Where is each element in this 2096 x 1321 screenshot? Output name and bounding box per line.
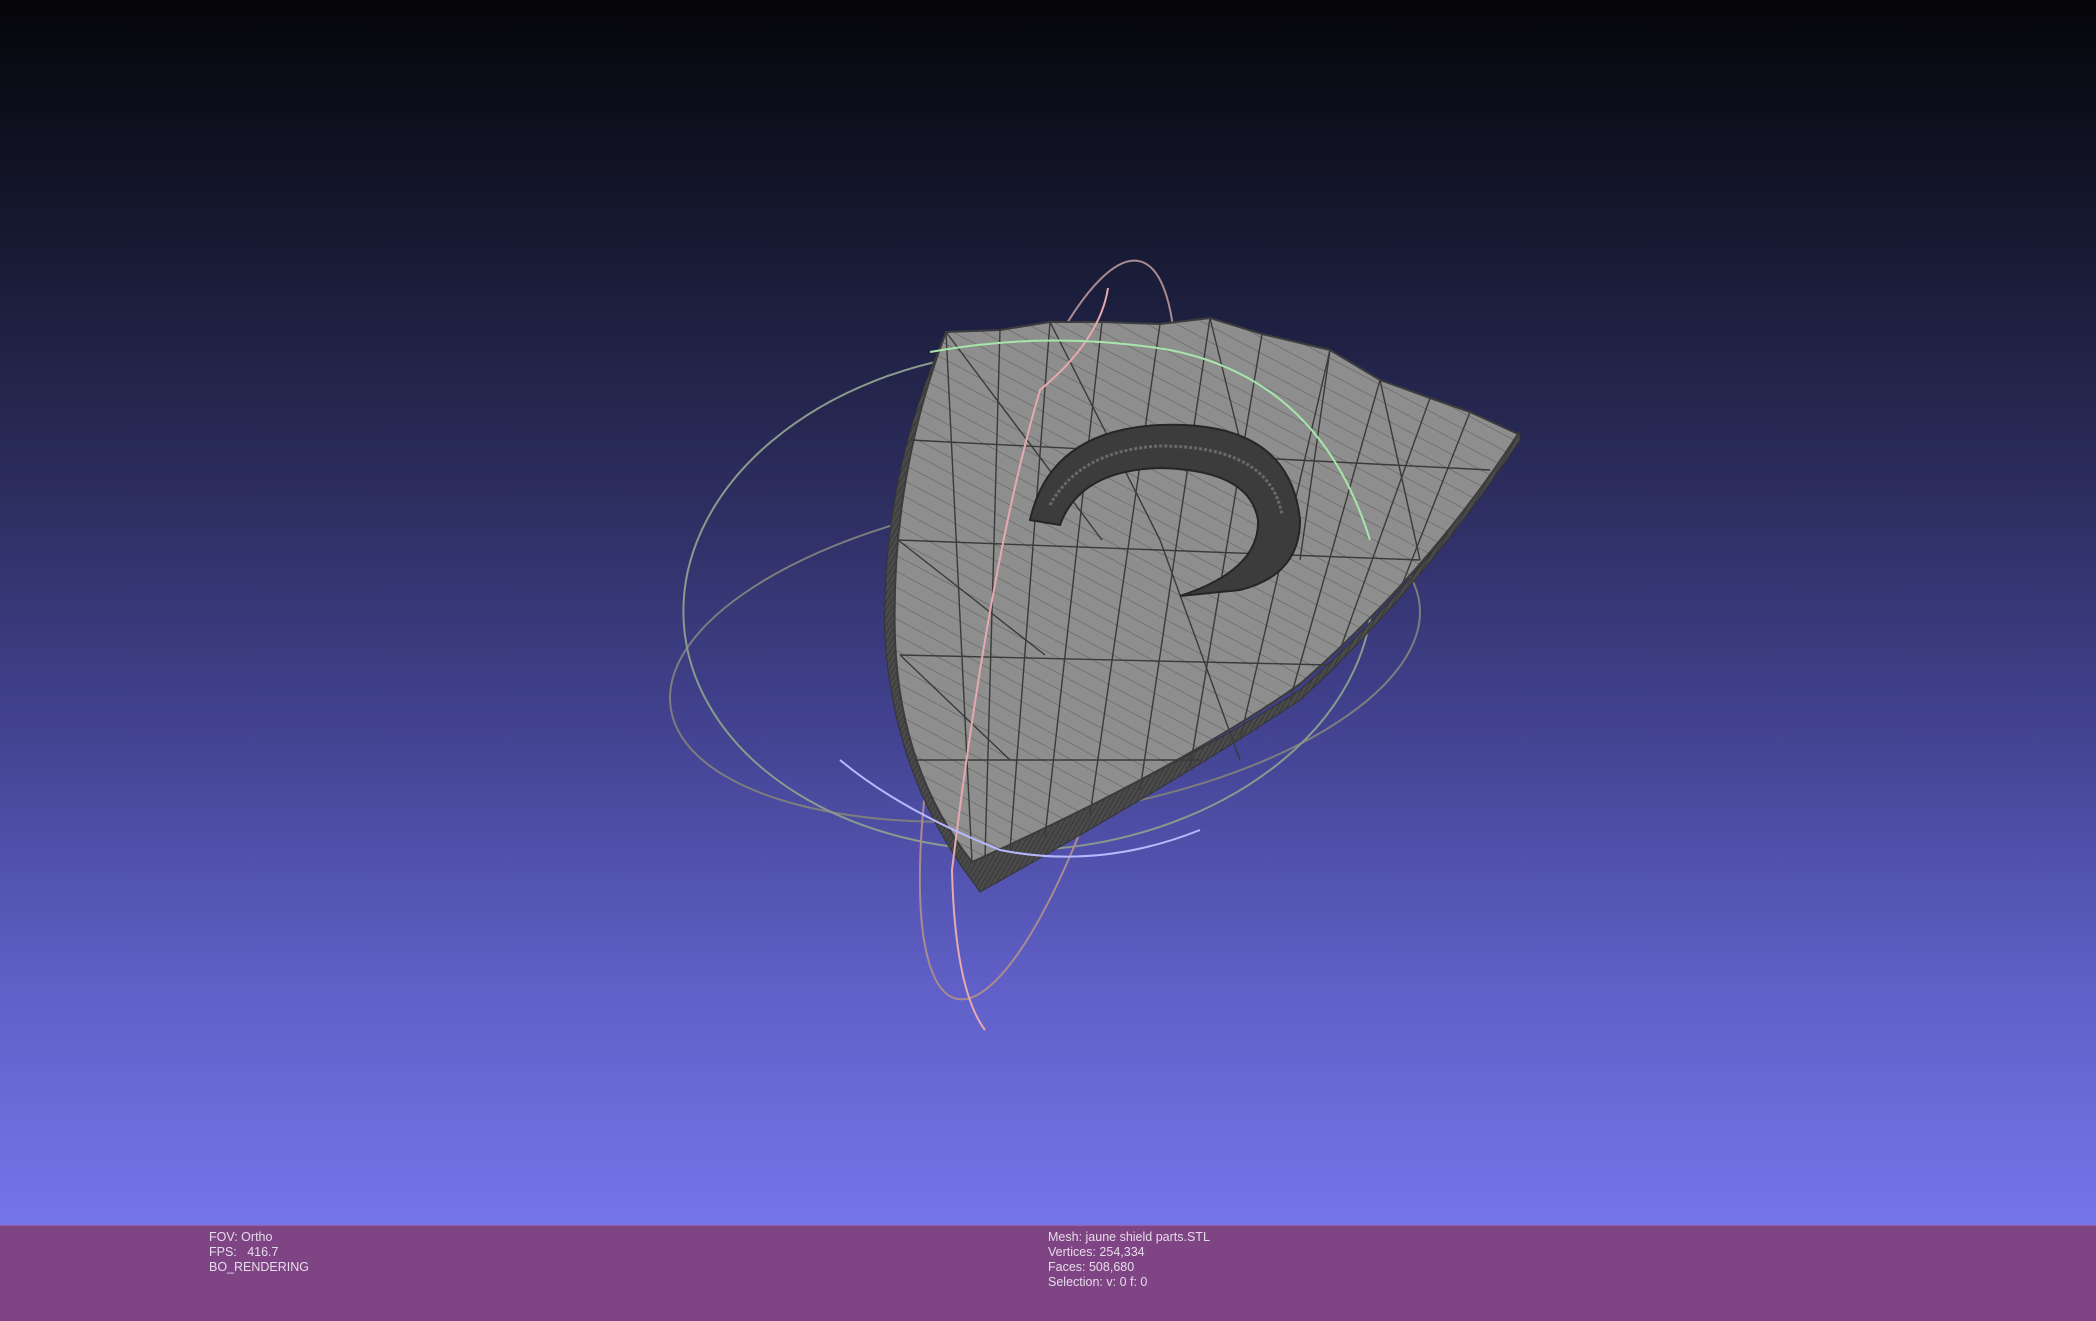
faces-label: Faces: 508,680 — [1048, 1260, 1135, 1274]
3d-viewport[interactable] — [0, 0, 2096, 1225]
render-mode-label: BO_RENDERING — [209, 1260, 310, 1274]
fps-label: FPS: 416.7 — [209, 1245, 279, 1259]
selection-label: Selection: v: 0 f: 0 — [1048, 1275, 1148, 1289]
mesh-name-label: Mesh: jaune shield parts.STL — [1048, 1230, 1210, 1244]
mesh-info: Mesh: jaune shield parts.STL Vertices: 2… — [1048, 1230, 1210, 1290]
status-bar: FOV: Ortho FPS: 416.7 BO_RENDERING Mesh:… — [0, 1225, 2096, 1321]
mesh-scene[interactable] — [0, 0, 2096, 1225]
render-info: FOV: Ortho FPS: 416.7 BO_RENDERING — [209, 1230, 309, 1275]
vertices-label: Vertices: 254,334 — [1048, 1245, 1145, 1259]
shield-mesh[interactable] — [884, 316, 1521, 893]
fov-label: FOV: Ortho — [209, 1230, 273, 1244]
